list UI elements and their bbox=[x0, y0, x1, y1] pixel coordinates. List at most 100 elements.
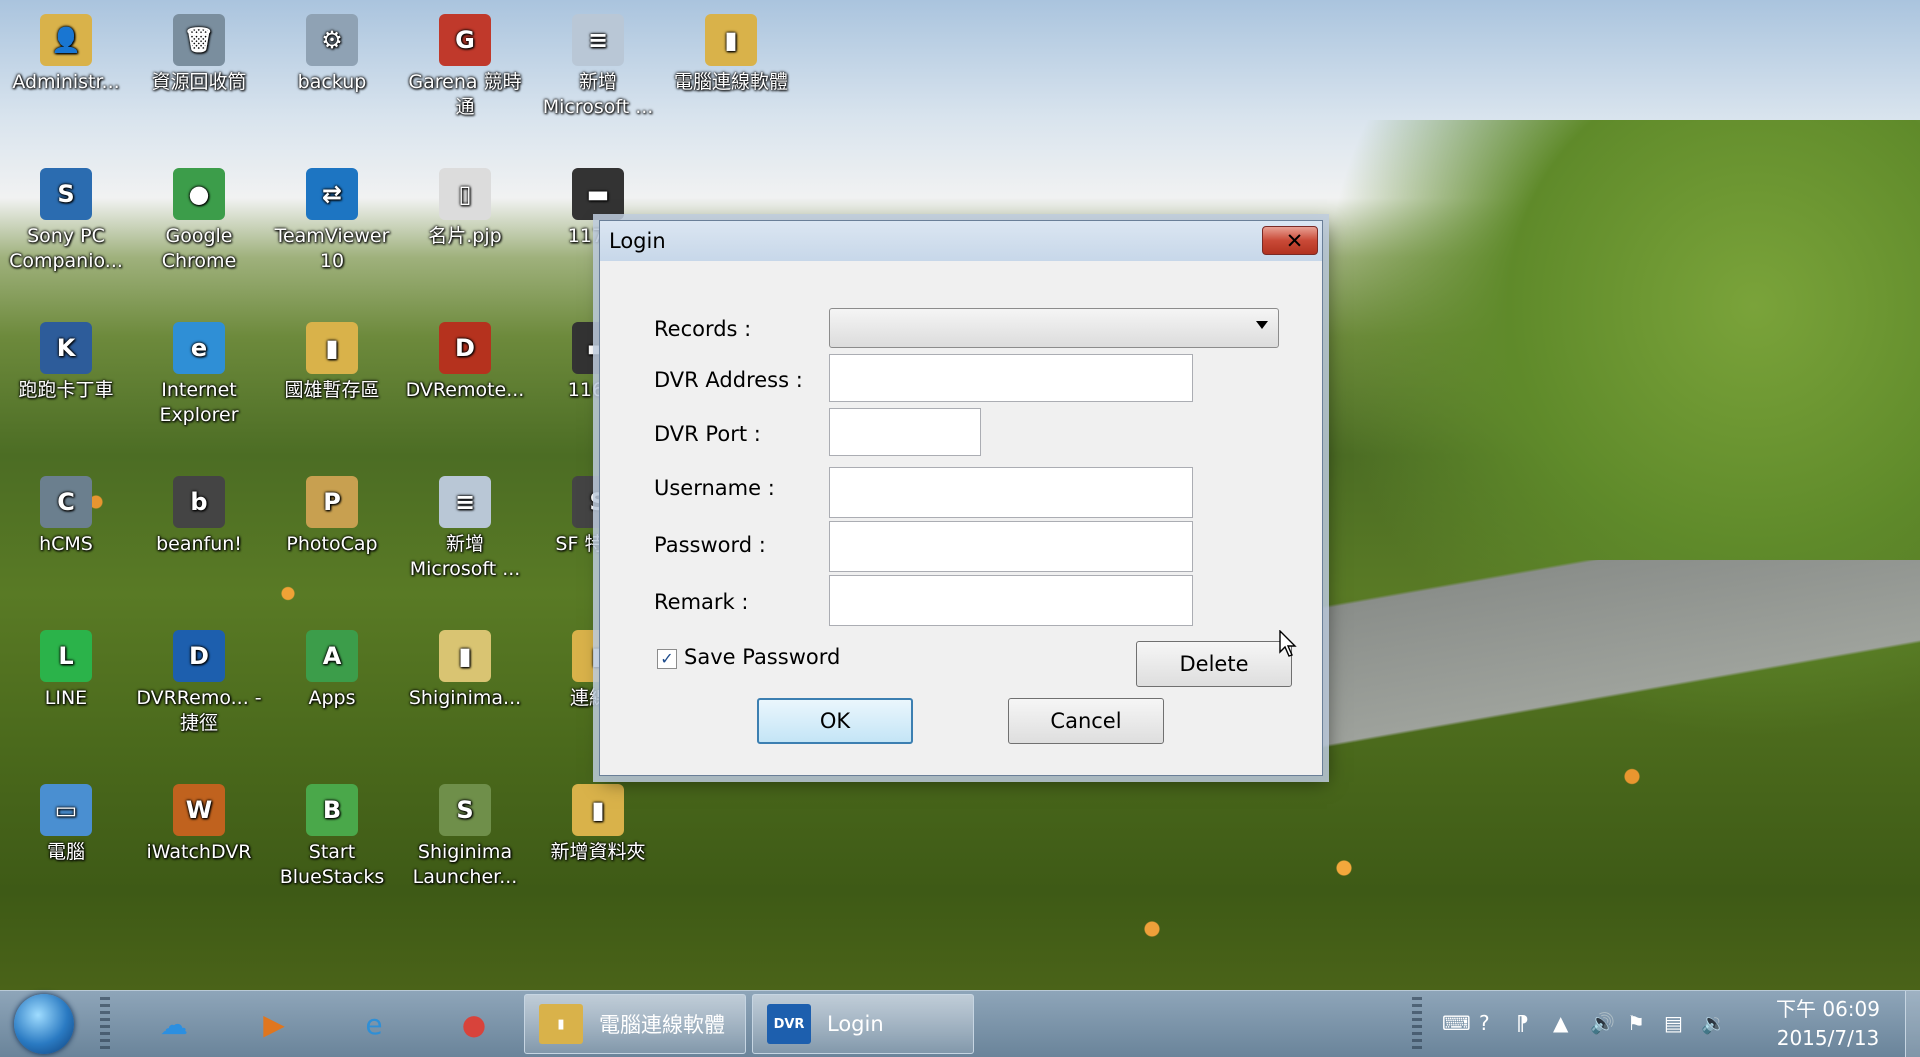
clock-time: 下午 06:09 bbox=[1776, 997, 1880, 1021]
desktop-icon[interactable]: 👤 Administr... bbox=[2, 14, 130, 95]
taskbar-task[interactable]: DVR Login bbox=[752, 994, 974, 1054]
media-player-icon[interactable]: ▶ bbox=[246, 998, 302, 1050]
app-icon: D bbox=[173, 630, 225, 682]
app-icon: B bbox=[306, 784, 358, 836]
desktop-icon[interactable]: ⚙ backup bbox=[268, 14, 396, 95]
desktop-icon-label: Start BlueStacks bbox=[279, 841, 385, 888]
app-icon: ▮ bbox=[572, 784, 624, 836]
desktop-icon-label: 國雄暫存區 bbox=[284, 379, 380, 401]
login-dialog: Login ✕ Records : DVR Address : DVR Port… bbox=[599, 220, 1323, 776]
remark-input[interactable] bbox=[829, 575, 1193, 626]
desktop-icon[interactable]: K 跑跑卡丁車 bbox=[2, 322, 130, 403]
chevron-down-icon bbox=[1256, 321, 1268, 329]
desktop-icon-label: DVRRemo... - 捷徑 bbox=[136, 687, 262, 734]
app-icon: P bbox=[306, 476, 358, 528]
tray-icon[interactable]: ⁋ bbox=[1516, 1011, 1529, 1035]
desktop-icon[interactable]: G Garena 競時通 bbox=[401, 14, 529, 120]
delete-button[interactable]: Delete bbox=[1136, 641, 1292, 687]
desktop-icon[interactable]: P PhotoCap bbox=[268, 476, 396, 557]
tray-icon[interactable]: 🔉 bbox=[1701, 1011, 1726, 1035]
dvr-address-input[interactable] bbox=[829, 354, 1193, 402]
desktop-icon-label: Google Chrome bbox=[161, 225, 237, 272]
ok-button[interactable]: OK bbox=[757, 698, 913, 744]
app-icon: S bbox=[40, 168, 92, 220]
show-desktop-button[interactable] bbox=[1905, 991, 1920, 1057]
cancel-button[interactable]: Cancel bbox=[1008, 698, 1164, 744]
desktop-icon[interactable]: ● Google Chrome bbox=[135, 168, 263, 274]
app-icon: ▮ bbox=[705, 14, 757, 66]
app-icon: ▮ bbox=[439, 630, 491, 682]
start-button[interactable] bbox=[14, 994, 74, 1054]
tray-icon[interactable]: 🔊 bbox=[1590, 1011, 1615, 1035]
desktop-icon[interactable]: 🗑 資源回收筒 bbox=[135, 14, 263, 95]
internet-explorer-icon[interactable]: e bbox=[346, 998, 402, 1050]
app-icon: ● bbox=[173, 168, 225, 220]
records-dropdown[interactable] bbox=[829, 308, 1279, 348]
desktop-icon[interactable]: D DVRemote... bbox=[401, 322, 529, 403]
check-mark-icon: ✓ bbox=[660, 649, 674, 668]
taskbar-task[interactable]: ▮ 電腦連線軟體 bbox=[524, 994, 746, 1054]
desktop-icon[interactable]: WiWatchDVR bbox=[135, 784, 263, 865]
desktop-icon[interactable]: A Apps bbox=[268, 630, 396, 711]
desktop-icon[interactable]: e Internet Explorer bbox=[135, 322, 263, 428]
desktop-icon[interactable]: B Start BlueStacks bbox=[268, 784, 396, 890]
app-icon: ⚙ bbox=[306, 14, 358, 66]
desktop-icon[interactable]: ≡ 新增 Microsoft ... bbox=[534, 14, 662, 120]
save-password-checkbox[interactable]: ✓ bbox=[657, 649, 677, 669]
username-input[interactable] bbox=[829, 467, 1193, 518]
clock[interactable]: 下午 06:09 2015/7/13 bbox=[1776, 995, 1880, 1053]
tray-icon[interactable]: ▲ bbox=[1553, 1011, 1568, 1035]
desktop-icon-label: Sony PC Companio... bbox=[9, 225, 123, 272]
desktop-icon[interactable]: ChCMS bbox=[2, 476, 130, 557]
tray-icon[interactable]: ? bbox=[1479, 1011, 1490, 1035]
close-button[interactable]: ✕ bbox=[1262, 226, 1318, 255]
desktop-icon[interactable]: D DVRRemo... - 捷徑 bbox=[135, 630, 263, 736]
desktop-icon[interactable]: ▮ 新增資料夾 bbox=[534, 784, 662, 865]
app-icon: ▮ bbox=[306, 322, 358, 374]
clock-date: 2015/7/13 bbox=[1776, 1026, 1880, 1050]
app-icon: L bbox=[40, 630, 92, 682]
desktop-icon-label: Shiginima Launcher... bbox=[412, 841, 518, 888]
desktop-icon[interactable]: ▮ Shiginima... bbox=[401, 630, 529, 711]
dialog-titlebar[interactable]: Login ✕ bbox=[600, 221, 1322, 261]
password-input[interactable] bbox=[829, 521, 1193, 572]
desktop-icon[interactable]: b beanfun! bbox=[135, 476, 263, 557]
save-password-label[interactable]: Save Password bbox=[684, 645, 840, 669]
app-icon: S bbox=[439, 784, 491, 836]
desktop-icon-label: 資源回收筒 bbox=[151, 71, 247, 93]
desktop-icon[interactable]: L LINE bbox=[2, 630, 130, 711]
desktop-icon[interactable]: S Sony PC Companio... bbox=[2, 168, 130, 274]
desktop-icon-label: Administr... bbox=[12, 71, 120, 93]
cloud-icon[interactable]: ☁ bbox=[146, 998, 202, 1050]
desktop-icon-label: Internet Explorer bbox=[159, 379, 239, 426]
dialog-title: Login bbox=[609, 229, 666, 253]
app-icon: D bbox=[439, 322, 491, 374]
desktop-icon-label: DVRemote... bbox=[405, 379, 525, 401]
remark-label: Remark : bbox=[654, 590, 749, 614]
app-icon: W bbox=[173, 784, 225, 836]
app-icon: A bbox=[306, 630, 358, 682]
desktop-icon[interactable]: ▭ 電腦 bbox=[2, 784, 130, 865]
desktop-icon[interactable]: ≡ 新增 Microsoft ... bbox=[401, 476, 529, 582]
task-app-icon: DVR bbox=[767, 1004, 811, 1044]
desktop-icon[interactable]: ▮ 電腦連線軟體 bbox=[667, 14, 795, 95]
desktop-icon-label: hCMS bbox=[39, 533, 93, 555]
desktop-icon-label: Shiginima... bbox=[408, 687, 522, 709]
desktop-icon[interactable]: ▮ 國雄暫存區 bbox=[268, 322, 396, 403]
desktop-icon-label: backup bbox=[297, 71, 367, 93]
taskbar-grip bbox=[100, 997, 110, 1051]
app-icon: ≡ bbox=[572, 14, 624, 66]
tray-icon[interactable]: ⚑ bbox=[1627, 1011, 1645, 1035]
app-icon: ▬ bbox=[572, 168, 624, 220]
app-icon: ▭ bbox=[40, 784, 92, 836]
task-label: 電腦連線軟體 bbox=[599, 1013, 725, 1037]
chrome-icon[interactable]: ● bbox=[446, 998, 502, 1050]
desktop-icon[interactable]: S Shiginima Launcher... bbox=[401, 784, 529, 890]
dvr-port-input[interactable] bbox=[829, 408, 981, 456]
tray-icon[interactable]: ▤ bbox=[1664, 1011, 1683, 1035]
tray-icon[interactable]: ⌨ bbox=[1442, 1011, 1471, 1035]
desktop-icon[interactable]: ▯ 名片.pjp bbox=[401, 168, 529, 249]
task-app-icon: ▮ bbox=[539, 1004, 583, 1044]
mouse-cursor-icon bbox=[1279, 630, 1297, 657]
desktop-icon[interactable]: ⇄ TeamViewer 10 bbox=[268, 168, 396, 274]
